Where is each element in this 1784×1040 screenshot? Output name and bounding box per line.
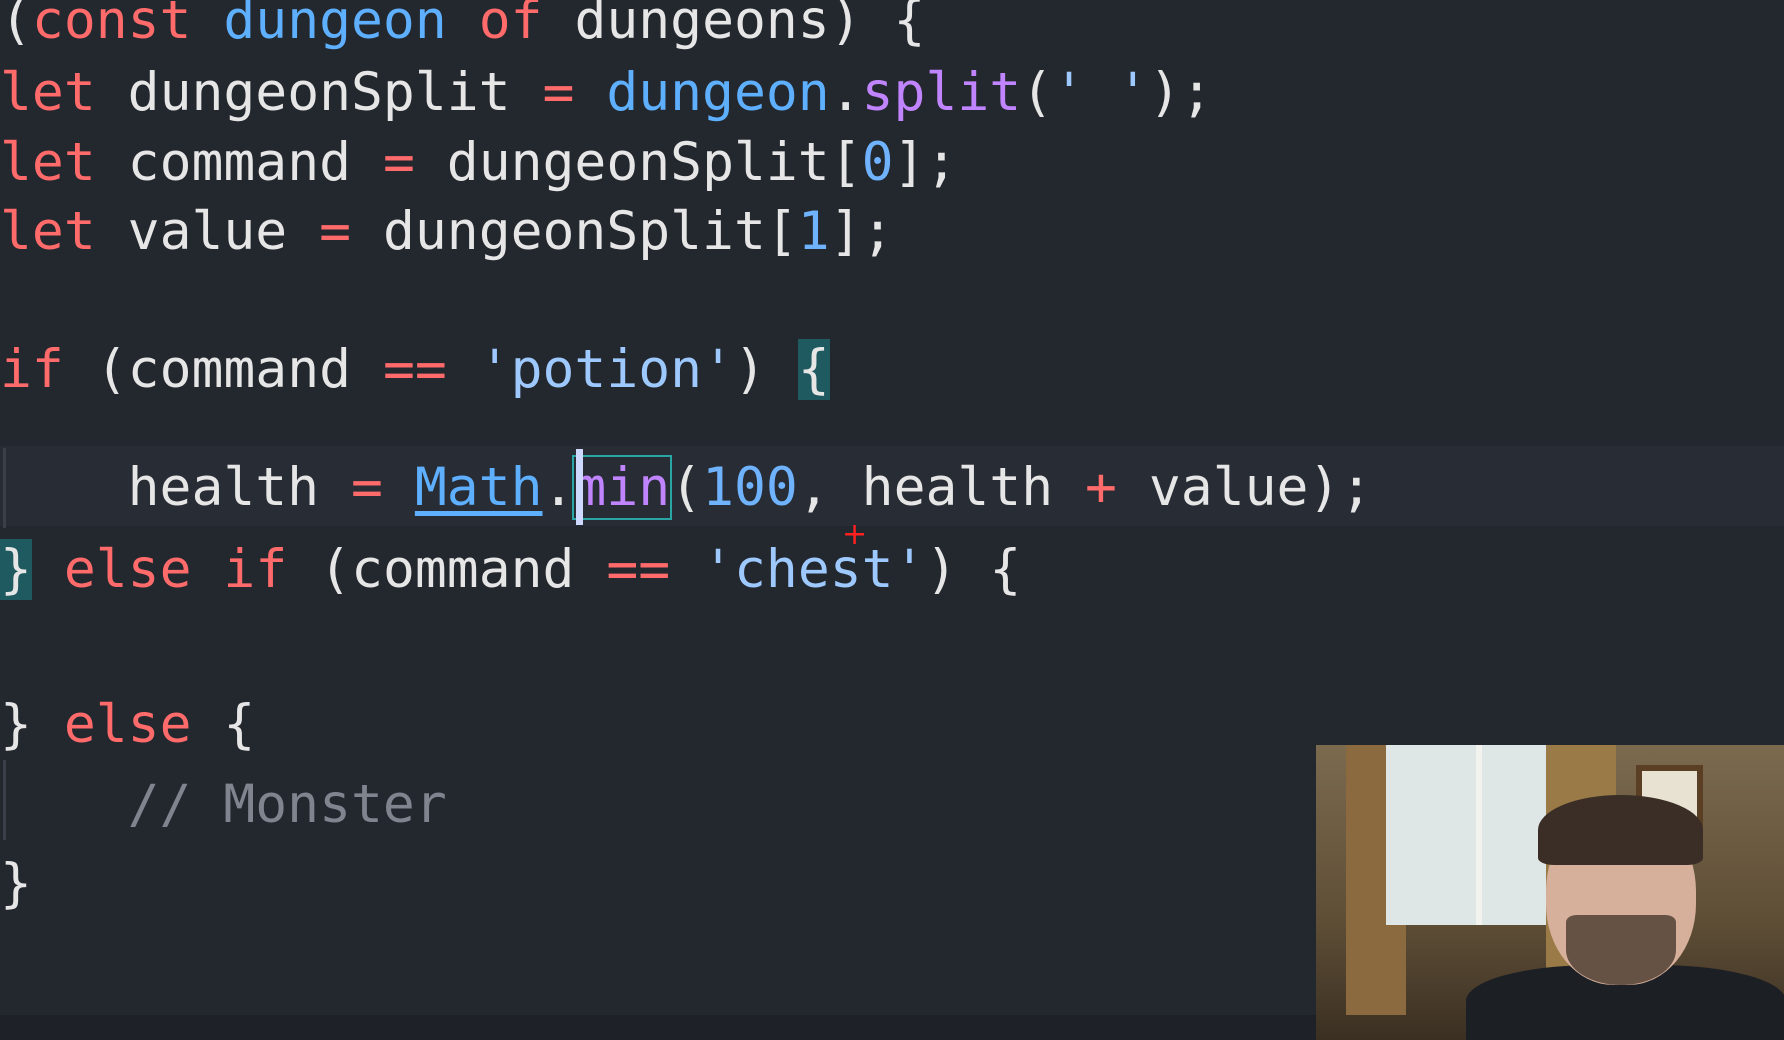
- token: ): [925, 539, 958, 600]
- matched-brace: }: [0, 539, 32, 600]
- identifier-token: dungeonSplit: [446, 132, 830, 193]
- token: .: [829, 62, 862, 123]
- string-token: 'potion': [478, 339, 734, 400]
- keyword-token: of: [478, 0, 543, 51]
- identifier-token: value: [1148, 457, 1309, 518]
- identifier-token: health: [861, 457, 1054, 518]
- code-line-2[interactable]: let dungeonSplit = dungeon.split(' ');: [0, 54, 1213, 132]
- code-line-3[interactable]: let command = dungeonSplit[0];: [0, 124, 957, 202]
- keyword-token: else: [63, 539, 192, 600]
- selected-method-token[interactable]: min: [572, 455, 673, 520]
- number-token: 1: [797, 201, 830, 262]
- token: (command: [319, 539, 575, 600]
- variable-token: dungeon: [606, 62, 830, 123]
- token: ) {: [829, 0, 926, 51]
- operator-token: ==: [606, 539, 671, 600]
- variable-token: dungeons: [574, 0, 830, 51]
- token: ];: [893, 132, 958, 193]
- token: (: [1021, 62, 1054, 123]
- keyword-token: if: [223, 539, 288, 600]
- token: [: [829, 132, 862, 193]
- token: ): [733, 339, 766, 400]
- matched-brace: {: [797, 339, 830, 400]
- string-token: ' ': [1053, 62, 1149, 123]
- code-line-1[interactable]: (const dungeon of dungeons) {: [0, 0, 925, 60]
- comment-token: // Monster: [127, 774, 447, 835]
- webcam-person-hair: [1538, 795, 1703, 865]
- token: );: [1308, 457, 1373, 518]
- identifier-token: dungeonSplit: [127, 62, 511, 123]
- code-line-4[interactable]: let value = dungeonSplit[1];: [0, 193, 894, 271]
- code-line-7[interactable]: health = Math.min(100, health + value);: [0, 449, 1372, 527]
- identifier-token: command: [127, 132, 352, 193]
- method-token: split: [861, 62, 1022, 123]
- token: (command: [95, 339, 352, 400]
- token: [: [765, 201, 798, 262]
- operator-token: ==: [382, 339, 447, 400]
- token: (: [0, 0, 32, 51]
- keyword-token: let: [0, 62, 96, 123]
- token: (: [670, 457, 703, 518]
- token: .: [542, 457, 575, 518]
- string-token: 'chest': [702, 539, 926, 600]
- token: {: [989, 539, 1022, 600]
- number-token: 0: [861, 132, 894, 193]
- text-cursor: [576, 449, 583, 525]
- number-token: 100: [702, 457, 798, 518]
- operator-token: =: [351, 457, 383, 518]
- token: ,: [797, 457, 830, 518]
- math-object-token[interactable]: Math: [415, 457, 543, 518]
- mouse-crosshair-icon: +: [842, 517, 868, 552]
- keyword-token: if: [0, 339, 64, 400]
- code-line-6[interactable]: if (command == 'potion') {: [0, 331, 830, 409]
- keyword-token: let: [0, 201, 96, 262]
- token: }: [0, 694, 32, 755]
- code-line-12[interactable]: }: [0, 845, 32, 923]
- keyword-token: let: [0, 132, 96, 193]
- token: ];: [829, 201, 894, 262]
- code-line-8[interactable]: } else if (command == 'chest') {: [0, 531, 1021, 609]
- code-line-11[interactable]: // Monster: [0, 766, 447, 844]
- keyword-token: else: [63, 694, 192, 755]
- variable-token: dungeon: [223, 0, 447, 51]
- webcam-overlay: [1316, 745, 1784, 1040]
- identifier-token: health: [127, 457, 320, 518]
- code-line-10[interactable]: } else {: [0, 686, 255, 764]
- keyword-token: const: [31, 0, 192, 51]
- operator-token: +: [1085, 457, 1117, 518]
- identifier-token: value: [127, 201, 288, 262]
- webcam-person-beard: [1566, 915, 1676, 985]
- operator-token: =: [382, 132, 415, 193]
- operator-token: =: [542, 62, 575, 123]
- identifier-token: dungeonSplit: [382, 201, 766, 262]
- token: );: [1148, 62, 1213, 123]
- webcam-window-frame: [1476, 745, 1482, 925]
- operator-token: =: [319, 201, 352, 262]
- token: {: [223, 694, 256, 755]
- token: }: [0, 853, 32, 914]
